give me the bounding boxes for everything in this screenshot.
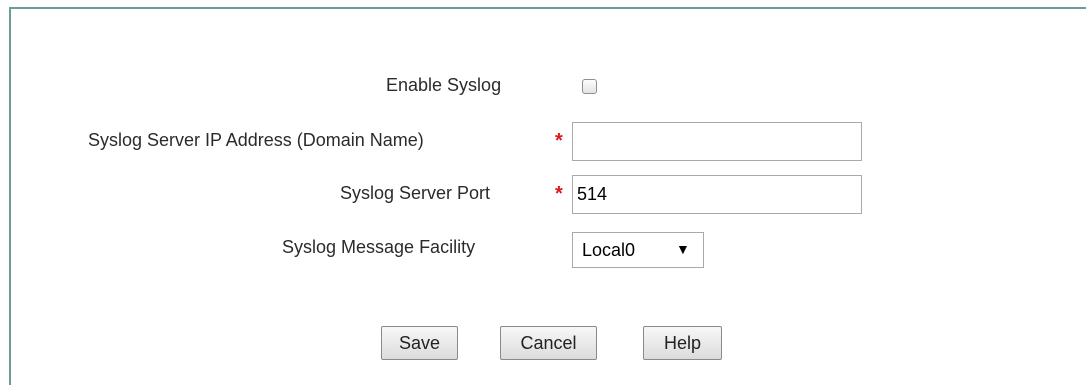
facility-select[interactable]: Local0 ▼ xyxy=(572,232,704,268)
server-ip-label: Syslog Server IP Address (Domain Name) xyxy=(88,130,424,150)
server-port-required-marker: * xyxy=(555,183,563,205)
enable-syslog-label: Enable Syslog xyxy=(386,75,502,95)
facility-selected-value: Local0 xyxy=(582,240,636,260)
enable-syslog-checkbox[interactable] xyxy=(582,79,597,94)
save-button[interactable]: Save xyxy=(381,326,458,360)
server-ip-required-marker: * xyxy=(555,130,563,152)
facility-label: Syslog Message Facility xyxy=(282,237,476,257)
help-button[interactable]: Help xyxy=(643,326,722,360)
chevron-down-icon: ▼ xyxy=(676,241,690,257)
cancel-button[interactable]: Cancel xyxy=(500,326,597,360)
server-port-label: Syslog Server Port xyxy=(340,183,491,203)
server-ip-input[interactable] xyxy=(572,122,862,161)
server-port-input[interactable] xyxy=(572,175,862,214)
